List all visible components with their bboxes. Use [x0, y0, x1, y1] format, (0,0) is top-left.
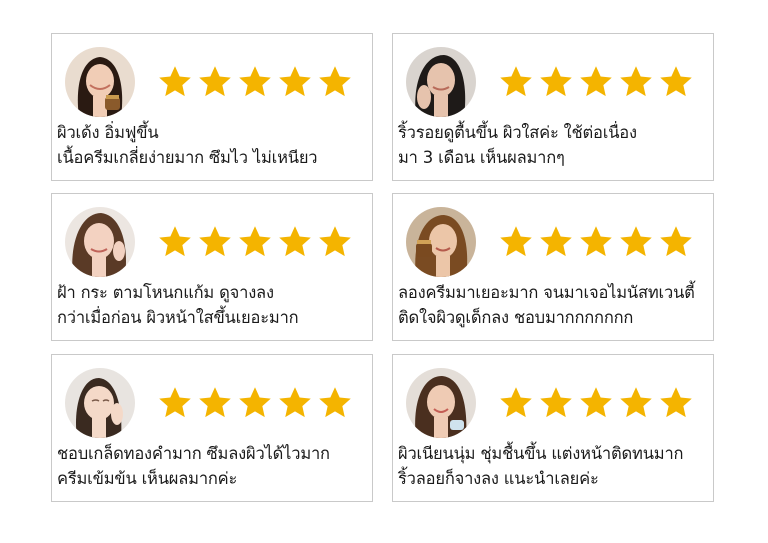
star-icon [620, 387, 652, 418]
star-icon [500, 387, 532, 418]
reviewer-avatar [406, 207, 476, 277]
review-line: ผิวเด้ง อิ่มฟูขึ้น [57, 123, 159, 142]
star-icon [620, 66, 652, 97]
reviewer-avatar [65, 368, 135, 438]
star-icon [660, 66, 692, 97]
review-text: ฝ้า กระ ตามโหนกแก้ม ดูจางลง กว่าเมื่อก่อ… [57, 280, 371, 330]
star-icon [159, 66, 191, 97]
review-card: ลองครีมมาเยอะมาก จนมาเจอไมนัสทเวนตี้ ติด… [392, 193, 714, 341]
review-line: ริ้วลอยก็จางลง แนะนำเลยค่ะ [398, 469, 599, 488]
star-icon [239, 226, 271, 257]
star-icon [199, 387, 231, 418]
review-text: ริ้วรอยดูตื้นขึ้น ผิวใสค่ะ ใช้ต่อเนื่อง … [398, 120, 712, 170]
star-icon [319, 387, 351, 418]
reviewer-avatar [406, 368, 476, 438]
reviewer-avatar [65, 207, 135, 277]
review-line: ฝ้า กระ ตามโหนกแก้ม ดูจางลง [57, 283, 274, 302]
review-card: ผิวเด้ง อิ่มฟูขึ้น เนื้อครีมเกลี่ยง่ายมา… [51, 33, 373, 181]
star-icon [540, 226, 572, 257]
star-icon [239, 66, 271, 97]
review-card: ริ้วรอยดูตื้นขึ้น ผิวใสค่ะ ใช้ต่อเนื่อง … [392, 33, 714, 181]
star-rating [157, 385, 353, 421]
star-rating [157, 224, 353, 260]
star-icon [580, 387, 612, 418]
star-icon [239, 387, 271, 418]
star-rating [498, 64, 694, 100]
star-icon [199, 226, 231, 257]
star-icon [279, 226, 311, 257]
reviewer-avatar [65, 47, 135, 117]
star-icon [540, 66, 572, 97]
reviewer-avatar [406, 47, 476, 117]
review-line: ลองครีมมาเยอะมาก จนมาเจอไมนัสทเวนตี้ [398, 283, 695, 302]
review-line: กว่าเมื่อก่อน ผิวหน้าใสขึ้นเยอะมาก [57, 308, 299, 327]
review-card: ฝ้า กระ ตามโหนกแก้ม ดูจางลง กว่าเมื่อก่อ… [51, 193, 373, 341]
star-icon [319, 66, 351, 97]
star-icon [279, 387, 311, 418]
review-text: ผิวเนียนนุ่ม ชุ่มชื้นขึ้น แต่งหน้าติดทนม… [398, 441, 712, 491]
star-icon [500, 226, 532, 257]
review-line: มา 3 เดือน เห็นผลมากๆ [398, 148, 565, 167]
star-icon [500, 66, 532, 97]
review-text: ผิวเด้ง อิ่มฟูขึ้น เนื้อครีมเกลี่ยง่ายมา… [57, 120, 371, 170]
star-rating [498, 224, 694, 260]
star-icon [199, 66, 231, 97]
star-icon [620, 226, 652, 257]
review-line: ผิวเนียนนุ่ม ชุ่มชื้นขึ้น แต่งหน้าติดทนม… [398, 444, 684, 463]
review-line: ริ้วรอยดูตื้นขึ้น ผิวใสค่ะ ใช้ต่อเนื่อง [398, 123, 637, 142]
star-icon [580, 66, 612, 97]
star-icon [159, 226, 191, 257]
star-icon [279, 66, 311, 97]
review-text: ชอบเกล็ดทองคำมาก ซึมลงผิวได้ไวมาก ครีมเข… [57, 441, 371, 491]
review-line: ครีมเข้มข้น เห็นผลมากค่ะ [57, 469, 238, 488]
review-line: ติดใจผิวดูเด็กลง ชอบมากกกกกกก [398, 308, 634, 327]
review-text: ลองครีมมาเยอะมาก จนมาเจอไมนัสทเวนตี้ ติด… [398, 280, 712, 330]
star-icon [159, 387, 191, 418]
star-icon [580, 226, 612, 257]
review-card: ผิวเนียนนุ่ม ชุ่มชื้นขึ้น แต่งหน้าติดทนม… [392, 354, 714, 502]
star-rating [498, 385, 694, 421]
star-icon [319, 226, 351, 257]
star-icon [540, 387, 572, 418]
star-rating [157, 64, 353, 100]
review-line: ชอบเกล็ดทองคำมาก ซึมลงผิวได้ไวมาก [57, 444, 330, 463]
review-line: เนื้อครีมเกลี่ยง่ายมาก ซึมไว ไม่เหนียว [57, 148, 318, 167]
star-icon [660, 387, 692, 418]
star-icon [660, 226, 692, 257]
review-card: ชอบเกล็ดทองคำมาก ซึมลงผิวได้ไวมาก ครีมเข… [51, 354, 373, 502]
